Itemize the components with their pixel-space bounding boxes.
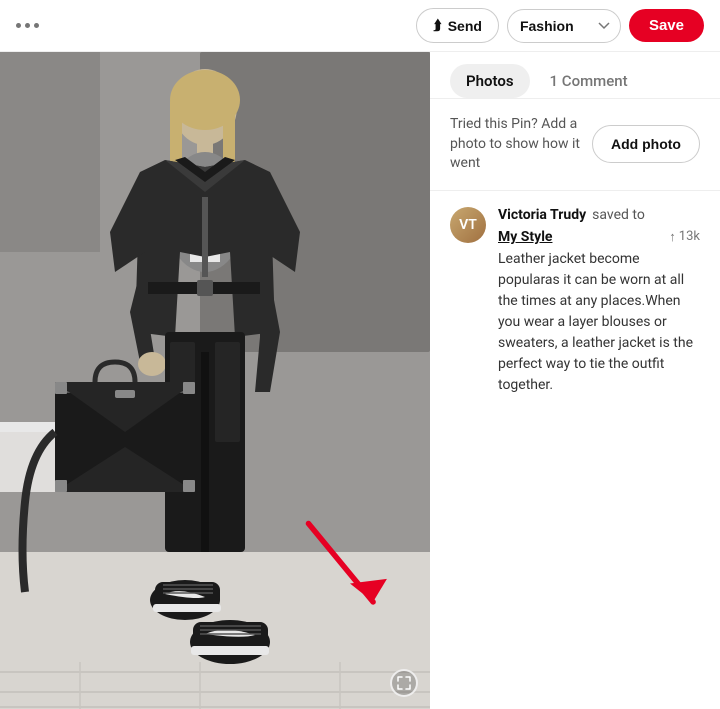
page-header: ⮭ Send Fashion My Style Outfits Inspirat…	[0, 0, 720, 52]
follower-count: ↑ 13k	[669, 229, 700, 245]
send-icon: ⮭	[433, 17, 441, 34]
tab-comments[interactable]: 1 Comment	[534, 64, 644, 98]
comment-section: VT Victoria Trudy saved to My Style ↑ 13…	[430, 191, 720, 412]
commenter-name: Victoria Trudy	[498, 207, 586, 223]
image-panel	[0, 52, 430, 709]
fashion-image-svg	[0, 52, 430, 709]
comment-body: Victoria Trudy saved to My Style ↑ 13k L…	[498, 207, 700, 396]
save-button[interactable]: Save	[629, 9, 704, 42]
comment-text: Leather jacket become popularas it can b…	[498, 249, 700, 396]
tab-photos[interactable]: Photos	[450, 64, 530, 98]
pin-image	[0, 52, 430, 709]
send-label: Send	[448, 18, 482, 34]
dot-2	[25, 23, 30, 28]
board-name[interactable]: My Style	[498, 229, 552, 245]
board-selector[interactable]: Fashion My Style Outfits Inspiration	[507, 9, 621, 43]
dot-3	[34, 23, 39, 28]
follower-icon: ↑	[669, 229, 676, 245]
add-photo-section: Tried this Pin? Add a photo to show how …	[430, 99, 720, 191]
more-options-menu[interactable]	[16, 23, 39, 28]
expand-button[interactable]	[390, 669, 418, 697]
add-photo-button[interactable]: Add photo	[592, 125, 700, 163]
follower-number: 13k	[679, 229, 700, 244]
saved-preposition: saved to	[592, 207, 645, 223]
right-panel: Photos 1 Comment Tried this Pin? Add a p…	[430, 52, 720, 709]
comment-item: VT Victoria Trudy saved to My Style ↑ 13…	[450, 207, 700, 396]
main-content: Photos 1 Comment Tried this Pin? Add a p…	[0, 52, 720, 709]
comment-header: Victoria Trudy saved to My Style ↑ 13k	[498, 207, 700, 245]
tabs-bar: Photos 1 Comment	[430, 52, 720, 99]
dot-1	[16, 23, 21, 28]
avatar: VT	[450, 207, 486, 243]
send-button[interactable]: ⮭ Send	[416, 8, 499, 43]
add-photo-prompt: Tried this Pin? Add a photo to show how …	[450, 115, 592, 174]
